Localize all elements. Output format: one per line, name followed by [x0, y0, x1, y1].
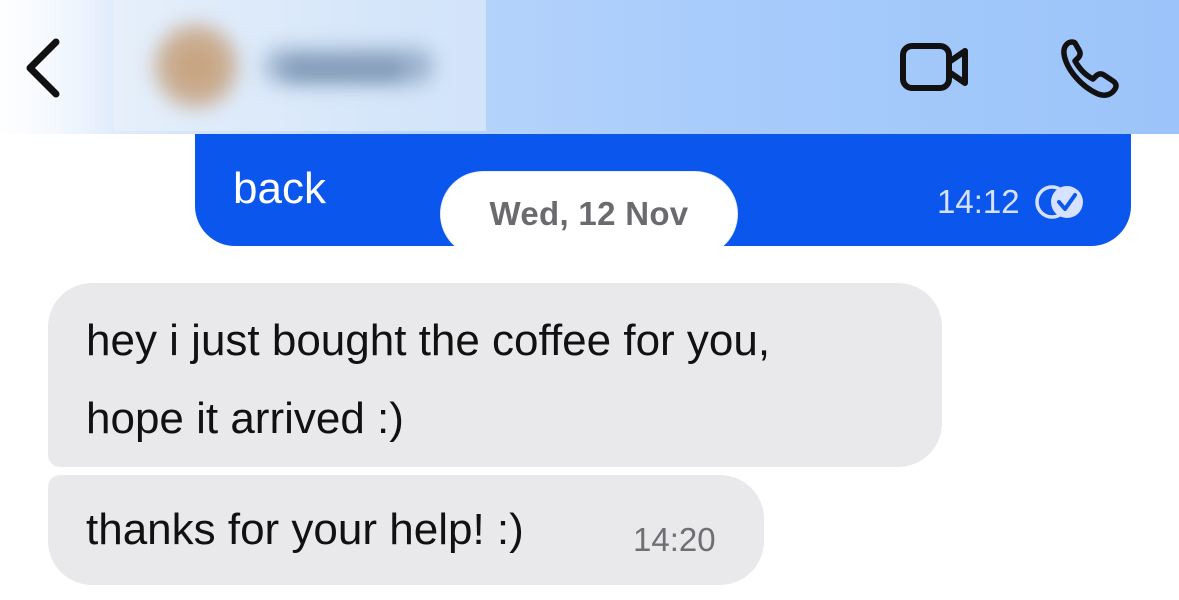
avatar[interactable]: [148, 18, 244, 114]
video-call-button[interactable]: [893, 32, 977, 102]
incoming-message-line: hey i just bought the coffee for you,: [86, 316, 771, 365]
video-camera-icon: [900, 43, 968, 91]
top-navigation-bar: [0, 0, 1179, 134]
outgoing-message-time: 14:12: [937, 183, 1020, 220]
contact-header[interactable]: [114, 0, 486, 131]
back-button[interactable]: [18, 30, 78, 106]
incoming-message-line: hope it arrived :): [86, 394, 404, 443]
date-separator: Wed, 12 Nov: [441, 172, 737, 256]
outgoing-message-text: back: [233, 164, 326, 213]
incoming-message-bubble[interactable]: hey i just bought the coffee for you, ho…: [48, 283, 942, 467]
incoming-message-text: thanks for your help! :): [86, 505, 524, 554]
read-checkmark-icon: [1034, 185, 1083, 219]
incoming-message-bubble[interactable]: thanks for your help! :) 14:20: [48, 475, 764, 585]
incoming-message-time: 14:20: [633, 521, 716, 558]
phone-icon: [1061, 39, 1119, 98]
chevron-left-icon: [26, 38, 60, 98]
contact-name-blurred-detail: [284, 60, 404, 80]
outgoing-message-meta: 14:12: [937, 182, 1086, 222]
voice-call-button[interactable]: [1052, 28, 1136, 108]
